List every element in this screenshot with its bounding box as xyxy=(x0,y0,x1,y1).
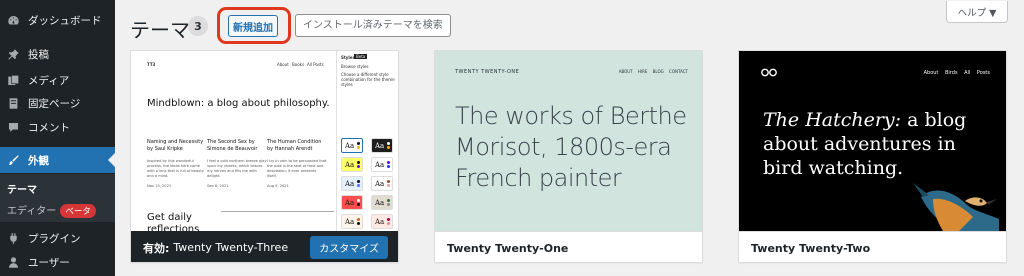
brush-icon xyxy=(6,153,20,167)
preview-headline: Mindblown: a blog about philosophy. xyxy=(147,98,330,109)
theme-name: Twenty Twenty-One xyxy=(435,231,702,262)
customize-button[interactable]: カスタマイズ xyxy=(310,236,388,259)
preview-post: The Human Condition by Hannah Arendt I t… xyxy=(267,139,327,190)
preview-nav: About Birds All Posts xyxy=(923,70,990,76)
menu-users[interactable]: ユーザー xyxy=(0,249,115,275)
menu-label: 外観 xyxy=(28,154,49,167)
theme-screenshot: About Birds All Posts The Hatchery: a bl… xyxy=(739,51,1006,231)
theme-count-badge: 3 xyxy=(188,16,208,36)
site-logo-icon xyxy=(761,68,777,80)
post-date: Sep 8, 2021 xyxy=(207,184,229,188)
menu-label: ユーザー xyxy=(28,256,70,269)
post-title: The Human Condition by Hannah Arendt xyxy=(267,139,322,152)
plugin-icon xyxy=(6,231,20,245)
post-body: Inspired by this wonderful process, the … xyxy=(147,159,204,178)
styles-beta-tag: Beta xyxy=(354,54,368,59)
browse-styles-desc: Choose a different style combination for… xyxy=(341,72,395,87)
active-theme-bar: 有効: Twenty Twenty-Three カスタマイズ xyxy=(131,231,398,262)
page-title: テーマ xyxy=(130,18,190,42)
active-label: 有効: xyxy=(143,241,170,255)
preview-nav-about: About xyxy=(277,62,289,67)
headline-italic: The Hatchery: xyxy=(763,109,902,131)
beta-badge: ベータ xyxy=(60,204,96,218)
post-date: Nov 15, 2021 xyxy=(147,184,172,188)
menu-label: プラグイン xyxy=(28,232,81,245)
submenu-editor[interactable]: エディター ベータ xyxy=(7,202,96,218)
style-swatch: Aa xyxy=(341,157,363,172)
pin-icon xyxy=(6,47,20,61)
style-swatch: Aa xyxy=(371,195,393,210)
menu-appearance[interactable]: 外観 xyxy=(0,147,115,173)
page-icon xyxy=(6,96,20,110)
preview-nav: ABOUT HIRE BLOG CONTACT xyxy=(618,69,688,74)
add-new-theme-button[interactable]: 新規追加 xyxy=(228,15,278,37)
theme-screenshot: TWENTY TWENTY-ONE ABOUT HIRE BLOG CONTAC… xyxy=(435,51,702,231)
preview-nav-all-posts: All Posts xyxy=(307,62,324,67)
post-title: Naming and Necessity by Saul Kripke xyxy=(147,139,204,152)
submenu-themes[interactable]: テーマ xyxy=(7,181,37,196)
preview-headline: The Hatchery: a blog about adventures in… xyxy=(763,108,993,180)
preview-daily-heading: Get daily reflections xyxy=(147,212,200,231)
menu-comments[interactable]: コメント xyxy=(0,114,115,140)
styles-title: Styles xyxy=(341,55,355,60)
preview-headline: The works of Berthe Morisot, 1800s-era F… xyxy=(455,102,687,192)
theme-card-twenty-twenty-two[interactable]: About Birds All Posts The Hatchery: a bl… xyxy=(738,50,1007,263)
divider xyxy=(221,211,334,212)
menu-label: コメント xyxy=(28,121,70,134)
preview-site-title: TT3 xyxy=(147,62,156,67)
appearance-submenu: テーマ エディター ベータ xyxy=(0,174,115,222)
user-icon xyxy=(6,255,20,269)
style-swatch: Aa xyxy=(341,214,363,229)
style-swatch: Aa xyxy=(341,176,363,191)
post-body: I try in vain to be persuaded that the p… xyxy=(267,159,327,178)
post-title: The Second Sex by Simone de Beauvoir xyxy=(207,139,258,152)
style-swatch: Aa xyxy=(371,176,393,191)
dashboard-icon xyxy=(6,13,20,27)
theme-card-twenty-twenty-three[interactable]: TT3 About Books All Posts Mindblown: a b… xyxy=(130,50,399,263)
bird-illustration-icon xyxy=(913,183,999,231)
help-tab-button[interactable]: ヘルプ ▼ xyxy=(946,1,1008,23)
menu-dashboard[interactable]: ダッシュボード xyxy=(0,7,115,33)
menu-pages[interactable]: 固定ページ xyxy=(0,90,115,116)
comment-icon xyxy=(6,120,20,134)
theme-name: Twenty Twenty-Two xyxy=(739,231,1006,262)
preview-post: The Second Sex by Simone de Beauvoir I f… xyxy=(207,139,267,190)
theme-name: Twenty Twenty-Three xyxy=(173,241,289,254)
styles-panel: Styles Beta Browse styles Choose a diffe… xyxy=(336,51,398,231)
menu-label: ダッシュボード xyxy=(28,14,102,27)
menu-plugins[interactable]: プラグイン xyxy=(0,225,115,251)
preview-site-title: TWENTY TWENTY-ONE xyxy=(455,69,520,75)
menu-label: メディア xyxy=(28,74,70,87)
theme-screenshot: TT3 About Books All Posts Mindblown: a b… xyxy=(131,51,398,231)
style-swatch: Aa xyxy=(341,138,363,153)
style-swatch: Aa xyxy=(341,195,363,210)
style-swatch: Aa xyxy=(371,157,393,172)
preview-post: Naming and Necessity by Saul Kripke Insp… xyxy=(147,139,207,190)
admin-sidebar: ダッシュボード 投稿 メディア 固定ページ コメント 外観 テーマ エディターベ… xyxy=(0,0,115,276)
browse-styles-label: Browse styles xyxy=(341,64,369,69)
menu-label: 投稿 xyxy=(28,48,49,61)
preview-nav-books: Books xyxy=(292,62,305,67)
style-swatch: Aa xyxy=(371,138,393,153)
theme-card-twenty-twenty-one[interactable]: TWENTY TWENTY-ONE ABOUT HIRE BLOG CONTAC… xyxy=(434,50,703,263)
style-swatch: Aa xyxy=(371,214,393,229)
media-icon xyxy=(6,73,20,87)
menu-label: 固定ページ xyxy=(28,97,81,110)
theme-search-input[interactable] xyxy=(295,14,451,37)
post-body: I feel a cold northern breeze play upon … xyxy=(207,159,267,178)
menu-posts[interactable]: 投稿 xyxy=(0,41,115,67)
post-date: Aug 9, 2021 xyxy=(267,184,289,188)
submenu-editor-label: エディター xyxy=(7,206,57,217)
